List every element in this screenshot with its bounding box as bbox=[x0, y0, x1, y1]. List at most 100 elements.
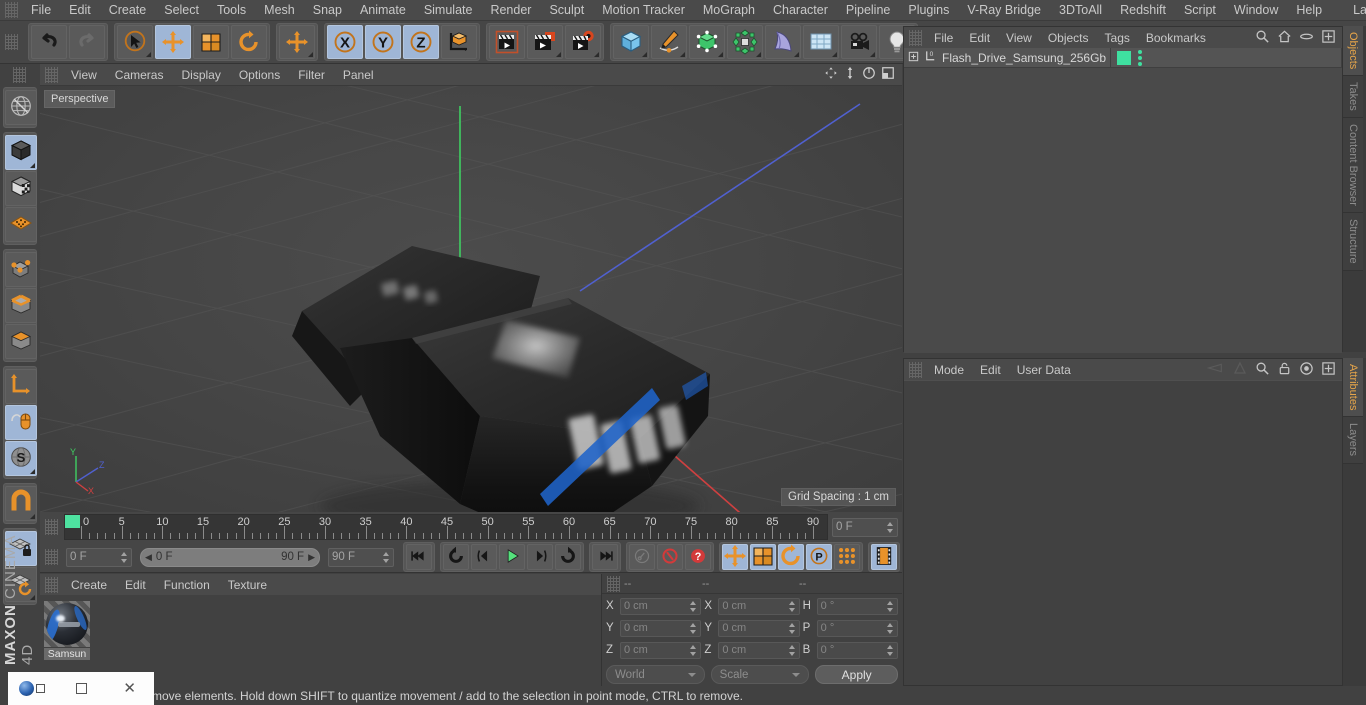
points-mode-button[interactable] bbox=[5, 252, 37, 287]
pan-icon[interactable] bbox=[824, 66, 838, 83]
go-to-start-button[interactable] bbox=[406, 544, 432, 570]
viewport-menu-cameras[interactable]: Cameras bbox=[106, 69, 173, 81]
move-tool-alt[interactable] bbox=[279, 25, 315, 59]
menu-simulate[interactable]: Simulate bbox=[415, 4, 482, 17]
add-spline-button[interactable] bbox=[651, 25, 687, 59]
viewport-menu-view[interactable]: View bbox=[62, 69, 106, 81]
timeline-playhead[interactable] bbox=[65, 515, 80, 528]
make-editable-button[interactable] bbox=[5, 135, 37, 170]
menu-mesh[interactable]: Mesh bbox=[255, 4, 304, 17]
move-axis-button[interactable] bbox=[5, 369, 37, 404]
toolbar-grip[interactable] bbox=[5, 34, 18, 50]
object-tag-columns[interactable] bbox=[1110, 47, 1342, 68]
position-key-button[interactable] bbox=[722, 544, 748, 570]
object-menu-tags[interactable]: Tags bbox=[1097, 32, 1138, 44]
add-array-button[interactable] bbox=[727, 25, 763, 59]
parameter-key-button[interactable]: P bbox=[806, 544, 832, 570]
menu-file[interactable]: File bbox=[22, 4, 60, 17]
position-y-field[interactable]: 0 cm bbox=[620, 619, 702, 637]
tab-structure[interactable]: Structure bbox=[1343, 212, 1363, 271]
left-toolbar-grip[interactable] bbox=[13, 67, 26, 83]
object-menu-bookmarks[interactable]: Bookmarks bbox=[1138, 32, 1214, 44]
viewport-menu-panel[interactable]: Panel bbox=[334, 69, 383, 81]
rotate-tool[interactable] bbox=[231, 25, 267, 59]
tag-dots-icon[interactable] bbox=[1138, 49, 1142, 66]
home-icon[interactable] bbox=[1277, 29, 1292, 47]
menu-tools[interactable]: Tools bbox=[208, 4, 255, 17]
lock-x-axis-button[interactable]: X bbox=[327, 25, 363, 59]
edges-mode-button[interactable] bbox=[5, 288, 37, 323]
lock-y-axis-button[interactable]: Y bbox=[365, 25, 401, 59]
redo-button[interactable] bbox=[69, 25, 105, 59]
material-list[interactable]: Samsun bbox=[40, 595, 601, 660]
size-z-stepper[interactable] bbox=[788, 644, 796, 656]
enable-snap-mouse-button[interactable] bbox=[5, 405, 37, 440]
coordinate-system-dropdown[interactable]: World bbox=[606, 665, 705, 684]
expand-icon[interactable] bbox=[1321, 29, 1336, 47]
menu-animate[interactable]: Animate bbox=[351, 4, 415, 17]
rotation-b-field[interactable]: 0 ° bbox=[816, 641, 898, 659]
lock-icon[interactable] bbox=[1277, 361, 1292, 379]
search-icon[interactable] bbox=[1255, 361, 1270, 379]
rotation-p-field[interactable]: 0 ° bbox=[816, 619, 898, 637]
attribute-menu-mode[interactable]: Mode bbox=[926, 364, 972, 376]
next-keyframe-button[interactable] bbox=[555, 544, 581, 570]
next-frame-button[interactable] bbox=[527, 544, 553, 570]
position-z-field[interactable]: 0 cm bbox=[620, 641, 702, 659]
close-window-icon[interactable]: ✕ bbox=[105, 672, 154, 705]
menu-plugins[interactable]: Plugins bbox=[899, 4, 958, 17]
submenu-corner-icon[interactable] bbox=[718, 52, 723, 57]
timeline-ruler[interactable]: 0 5 10 15 20 25 30 35 40 45 50 55 60 65 70 75 80 85 90 bbox=[64, 514, 828, 540]
object-menu-objects[interactable]: Objects bbox=[1040, 32, 1097, 44]
apply-button[interactable]: Apply bbox=[815, 665, 899, 684]
render-to-picture-viewer-button[interactable] bbox=[527, 25, 563, 59]
add-generator-button[interactable] bbox=[689, 25, 725, 59]
material-item[interactable]: Samsun bbox=[44, 601, 90, 660]
tab-takes[interactable]: Takes bbox=[1343, 76, 1363, 119]
add-camera-button[interactable] bbox=[841, 25, 877, 59]
preview-start-stepper[interactable] bbox=[121, 551, 128, 563]
enable-axis-button[interactable] bbox=[5, 207, 37, 242]
timeline-range-slider[interactable]: ◀ 0 F 90 F ▶ bbox=[140, 547, 320, 567]
submenu-corner-icon[interactable] bbox=[680, 52, 685, 57]
object-manager-grip[interactable] bbox=[909, 29, 922, 46]
viewport-menu-display[interactable]: Display bbox=[172, 69, 229, 81]
timeline-toggle-button[interactable] bbox=[871, 544, 897, 570]
menu-window[interactable]: Window bbox=[1225, 4, 1287, 17]
submenu-corner-icon[interactable] bbox=[308, 52, 313, 57]
submenu-corner-icon[interactable] bbox=[756, 52, 761, 57]
preview-start-field[interactable]: 0 F bbox=[66, 547, 132, 567]
tab-objects[interactable]: Objects bbox=[1343, 26, 1363, 77]
tab-attributes[interactable]: Attributes bbox=[1343, 358, 1363, 418]
viewport-solo-button[interactable] bbox=[5, 171, 37, 206]
menubar-grip[interactable] bbox=[5, 2, 18, 18]
move-tool[interactable] bbox=[155, 25, 191, 59]
object-menu-edit[interactable]: Edit bbox=[961, 32, 998, 44]
c4d-app-icon[interactable] bbox=[8, 672, 57, 705]
autokeying-button[interactable] bbox=[657, 544, 683, 570]
size-z-field[interactable]: 0 cm bbox=[718, 641, 800, 659]
viewport-menu-options[interactable]: Options bbox=[230, 69, 289, 81]
menu-edit[interactable]: Edit bbox=[60, 4, 100, 17]
submenu-corner-icon[interactable] bbox=[832, 52, 837, 57]
submenu-corner-icon[interactable] bbox=[594, 52, 599, 57]
attribute-manager-body[interactable] bbox=[904, 380, 1342, 685]
next-icon[interactable] bbox=[1232, 361, 1248, 378]
scale-key-button[interactable] bbox=[750, 544, 776, 570]
menu-select[interactable]: Select bbox=[155, 4, 208, 17]
attribute-menu-edit[interactable]: Edit bbox=[972, 364, 1009, 376]
expand-icon[interactable] bbox=[1321, 361, 1336, 379]
render-settings-button[interactable] bbox=[565, 25, 601, 59]
menu-redshift[interactable]: Redshift bbox=[1111, 4, 1175, 17]
submenu-corner-icon[interactable] bbox=[146, 52, 151, 57]
menu-render[interactable]: Render bbox=[481, 4, 540, 17]
object-tree-row[interactable]: 0 Flash_Drive_Samsung_256Gb bbox=[904, 47, 1342, 68]
keyframe-selection-button[interactable]: ? bbox=[685, 544, 711, 570]
menu-sculpt[interactable]: Sculpt bbox=[540, 4, 593, 17]
rotation-p-stepper[interactable] bbox=[886, 622, 894, 634]
polygons-mode-button[interactable] bbox=[5, 324, 37, 359]
current-frame-field[interactable]: 0 F bbox=[832, 517, 898, 537]
record-active-objects-button[interactable] bbox=[629, 544, 655, 570]
add-deformer-button[interactable] bbox=[765, 25, 801, 59]
submenu-corner-icon[interactable] bbox=[30, 163, 35, 168]
